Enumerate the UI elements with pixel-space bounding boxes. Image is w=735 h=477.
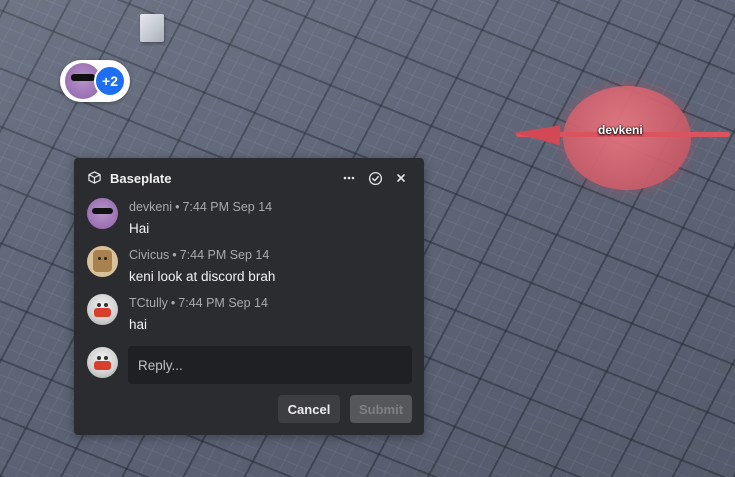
avatar[interactable] [87, 198, 118, 229]
panel-title: Baseplate [110, 171, 172, 186]
check-circle-icon [368, 171, 382, 185]
player-marker [563, 86, 691, 190]
comment-author[interactable]: devkeni [129, 200, 172, 214]
comment-text: hai [129, 317, 148, 332]
part-cube-icon [88, 171, 101, 184]
avatar[interactable] [87, 246, 118, 277]
avatar [87, 347, 118, 378]
reply-input[interactable] [128, 346, 412, 384]
comment-author[interactable]: TCtully [129, 296, 168, 310]
player-direction-arrow-icon [513, 122, 561, 146]
comment-meta: TCtully • 7:44 PM Sep 14 [129, 296, 268, 310]
comment-text: keni look at discord brah [129, 269, 276, 284]
cancel-button[interactable]: Cancel [278, 395, 340, 423]
avatar[interactable] [87, 294, 118, 325]
comment-text: Hai [129, 221, 150, 236]
more-options-button[interactable] [340, 169, 358, 187]
part-cube[interactable] [140, 14, 164, 42]
comment-time: 7:44 PM Sep 14 [182, 200, 273, 214]
comment-stack-bubble[interactable]: +2 [60, 60, 130, 102]
comment-item: devkeni • 7:44 PM Sep 14 Hai [74, 198, 424, 244]
comment-time: 7:44 PM Sep 14 [179, 248, 270, 262]
comment-panel: Baseplate devkeni • 7:44 PM Sep 14 Hai C… [74, 158, 424, 435]
comment-author[interactable]: Civicus [129, 248, 169, 262]
close-icon [397, 174, 405, 182]
comment-item: TCtully • 7:44 PM Sep 14 hai [74, 294, 424, 340]
panel-header: Baseplate [74, 158, 424, 198]
resolve-button[interactable] [366, 169, 384, 187]
collaborator-count-badge: +2 [94, 65, 126, 97]
comment-item: Civicus • 7:44 PM Sep 14 keni look at disc… [74, 246, 424, 292]
comment-meta: Civicus • 7:44 PM Sep 14 [129, 248, 270, 262]
comment-meta: devkeni • 7:44 PM Sep 14 [129, 200, 273, 214]
more-horizontal-icon [343, 176, 355, 180]
close-button[interactable] [392, 169, 410, 187]
player-name-label: devkeni [598, 123, 643, 137]
submit-button[interactable]: Submit [350, 395, 412, 423]
comment-time: 7:44 PM Sep 14 [178, 296, 268, 310]
